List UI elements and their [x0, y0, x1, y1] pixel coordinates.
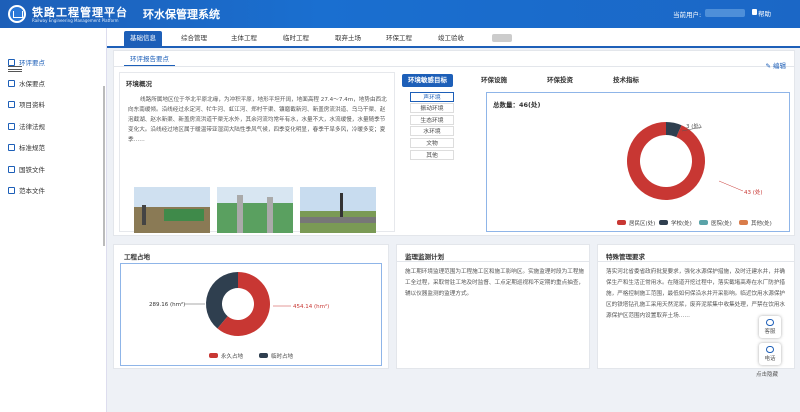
- sensitive-donut-chart: 3 (处) 43 (处): [627, 122, 763, 200]
- user-name-redacted[interactable]: [705, 9, 745, 17]
- eia-main-panel: 环评报告要点 ✎ 编辑 环境概况 线路所属地区位于华北平原北缘，为冲积平原，地形…: [113, 50, 795, 236]
- category-relics[interactable]: 文物: [410, 138, 454, 148]
- land-use-title: 工程占地: [124, 253, 150, 261]
- tab-env-investment[interactable]: 环保投资: [547, 74, 573, 87]
- tab-tech-indicators[interactable]: 技术指标: [613, 74, 639, 87]
- sidebar-item-swc[interactable]: 水保要点: [8, 78, 45, 90]
- tab-temporary-works[interactable]: 临时工程: [277, 31, 315, 45]
- special-requirements-text: 落实河北省委省政府批复要求，强化水源保护措施，及时迁建水井，并确保生产和生活正常…: [606, 269, 786, 319]
- tab-comprehensive[interactable]: 综合管理: [175, 31, 213, 45]
- tab-borrow-spoil[interactable]: 取弃土场: [329, 31, 367, 45]
- folder-icon: [8, 101, 15, 108]
- sidebar-scrollbar[interactable]: [103, 86, 105, 246]
- category-vibration[interactable]: 振动环境: [410, 103, 454, 113]
- legend-permanent: 永久占地: [209, 352, 243, 360]
- sensitive-target-chart: 总数量：46(处) 3 (处) 43 (处) 居民区(处) 学校(处) 医院(处…: [486, 92, 790, 232]
- slice-label-temporary: 289.16 (hm²): [149, 301, 185, 308]
- category-noise[interactable]: 声环境: [410, 92, 454, 102]
- railway-logo-icon: [8, 5, 26, 23]
- environment-tabs-panel: 环境敏感目标 环保设施 环保投资 技术指标 声环境 振动环境 生态环境 水环境 …: [402, 72, 794, 232]
- headset-icon: [766, 319, 774, 326]
- phone-button[interactable]: 电话: [759, 343, 781, 365]
- site-photo: [134, 187, 210, 233]
- legend-school: 学校(处): [659, 219, 692, 227]
- top-bar: 铁路工程管理平台 Railway Engineering Management …: [0, 0, 800, 28]
- file-icon: [8, 187, 15, 194]
- divider: [598, 261, 794, 262]
- tab-sensitive-targets[interactable]: 环境敏感目标: [402, 74, 453, 87]
- land-use-donut-chart: 289.16 (hm²) 454.14 (hm²): [149, 272, 329, 336]
- overview-text: 线路所属地区位于华北平原北缘，为冲积平原，地形平坦开阔，地面高程 27.4～7.…: [128, 97, 387, 143]
- tab-main-works[interactable]: 主体工程: [225, 31, 263, 45]
- monitoring-plan-panel: 监理监测计划 施工期环境监理范围为工程施工区和施工影响区。实施监理时段为工程施工…: [396, 244, 590, 369]
- slice-residential[interactable]: [627, 122, 705, 200]
- category-other[interactable]: 其他: [410, 150, 454, 160]
- sidebar-item-rail-docs[interactable]: 国铁文件: [8, 164, 45, 176]
- brand-subtitle: Railway Engineering Management Platform: [32, 18, 119, 23]
- land-use-chart: 289.16 (hm²) 454.14 (hm²) 永久占地 临时占地: [120, 263, 382, 366]
- monitoring-plan-text: 施工期环境监理范围为工程施工区和施工影响区。实施监理时段为工程施工全过程，采取常…: [405, 269, 585, 297]
- current-user-label: 当前用户:: [673, 11, 702, 19]
- sidebar-item-standards[interactable]: 标准规范: [8, 142, 45, 154]
- site-photo: [300, 187, 376, 233]
- sidebar-item-laws[interactable]: 法律法规: [8, 121, 45, 133]
- tab-acceptance[interactable]: 竣工验收: [432, 31, 470, 45]
- legend-hospital: 医院(处): [699, 219, 732, 227]
- legend-other: 其他(处): [739, 219, 772, 227]
- sidebar-item-project-docs[interactable]: 项目资料: [8, 99, 45, 111]
- file-icon: [8, 166, 15, 173]
- sidebar-item-eia[interactable]: 环评要点: [8, 57, 45, 69]
- main-tab-bar: 基础信息 综合管理 主体工程 临时工程 取弃土场 环保工程 竣工验收: [107, 28, 800, 48]
- document-icon: [8, 59, 15, 66]
- slice-label-schools: 3 (处): [686, 122, 701, 130]
- site-photo: [217, 187, 293, 233]
- label-leader-line: [718, 180, 744, 192]
- edit-button[interactable]: ✎ 编辑: [765, 60, 786, 70]
- category-water[interactable]: 水环境: [410, 126, 454, 136]
- monitoring-plan-title: 监理监测计划: [405, 253, 444, 261]
- system-title: 环水保管理系统: [143, 8, 220, 21]
- book-icon: [8, 123, 15, 130]
- help-icon[interactable]: [752, 9, 757, 15]
- subtab-eia-points[interactable]: 环评报告要点: [124, 53, 175, 66]
- sidebar: 环评要点 水保要点 项目资料 法律法规 标准规范 国铁文件 范本文件: [0, 28, 107, 412]
- hide-float-button[interactable]: 点击隐藏: [756, 370, 778, 378]
- environment-overview: 环境概况 线路所属地区位于华北平原北缘，为冲积平原，地形平坦开阔，地面高程 27…: [119, 72, 395, 233]
- tab-env-facilities[interactable]: 环保设施: [481, 74, 507, 87]
- land-use-panel: 工程占地 289.16 (hm²) 454.14 (hm²) 永久占地 临时占地: [113, 244, 389, 369]
- slice-label-permanent: 454.14 (hm²): [293, 303, 329, 310]
- divider: [397, 261, 589, 262]
- overview-title: 环境概况: [126, 80, 152, 88]
- legend-temporary: 临时占地: [259, 352, 293, 360]
- tab-basic-info[interactable]: 基础信息: [124, 31, 162, 46]
- book-icon: [8, 144, 15, 151]
- help-link[interactable]: 帮助: [758, 8, 771, 18]
- phone-icon: [766, 346, 774, 353]
- divider: [114, 66, 794, 67]
- slice-label-residential: 43 (处): [744, 188, 763, 196]
- document-icon: [8, 80, 15, 87]
- sidebar-item-templates[interactable]: 范本文件: [8, 185, 45, 197]
- tab-env-works[interactable]: 环保工程: [380, 31, 418, 45]
- tab-redacted[interactable]: [492, 34, 512, 42]
- category-ecology[interactable]: 生态环境: [410, 115, 454, 125]
- special-requirements-title: 特殊管理要求: [606, 253, 645, 261]
- customer-service-button[interactable]: 客服: [759, 316, 781, 338]
- legend-residential: 居民区(处): [617, 219, 655, 227]
